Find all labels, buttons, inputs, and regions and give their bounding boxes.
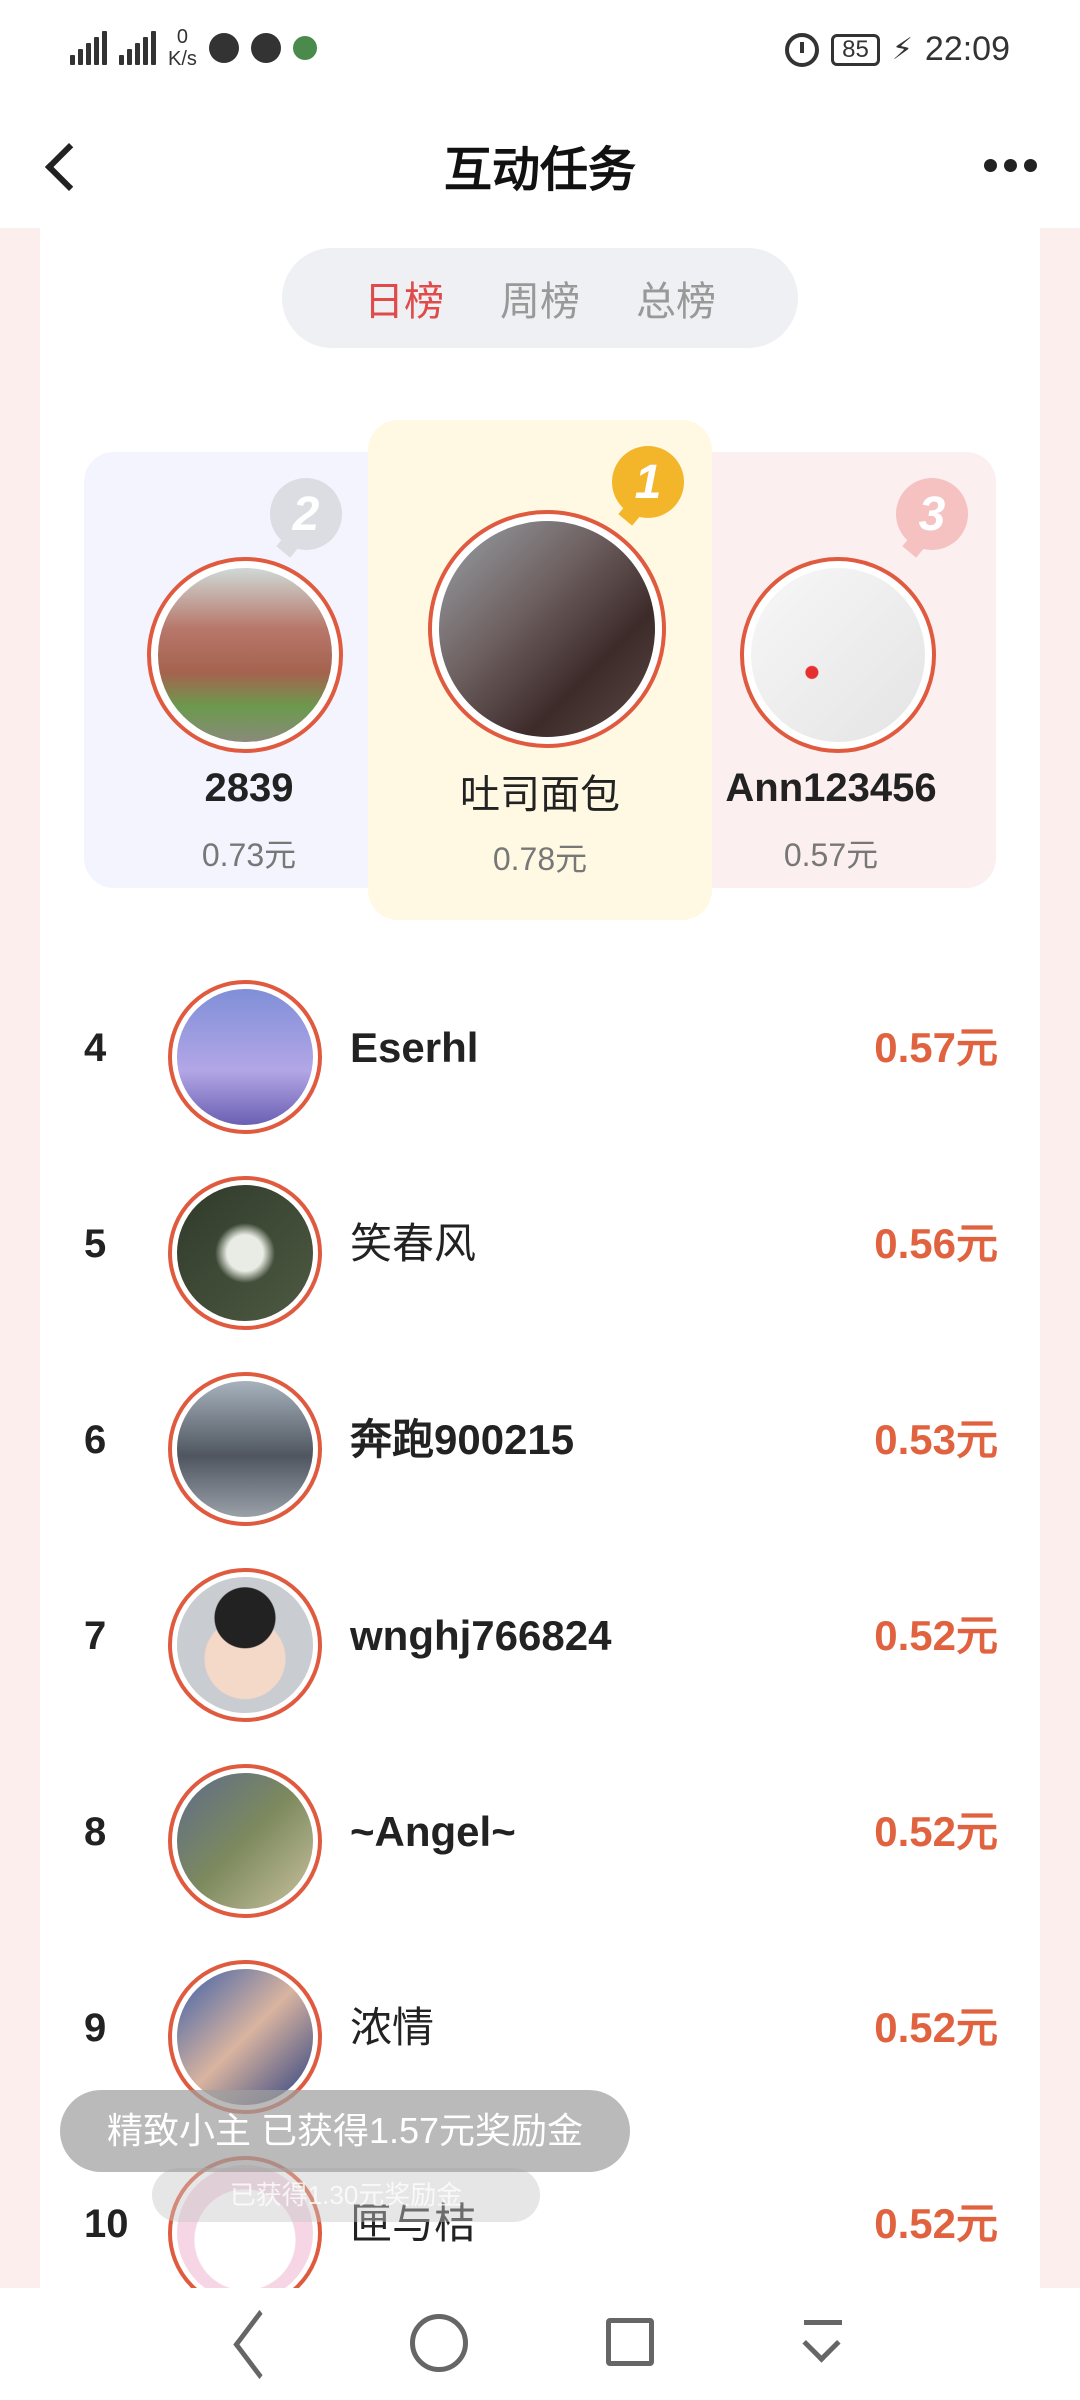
net-speed: 0 K/s (168, 26, 197, 70)
rank-number: 8 (84, 1810, 107, 1854)
leaderboard-tabs: 日榜 周榜 总榜 (282, 248, 798, 348)
net-speed-value: 0 (176, 26, 189, 48)
page-title: 互动任务 (443, 144, 636, 197)
user-name: ~Angel~ (350, 1808, 516, 1855)
system-nav-bar (0, 2288, 1080, 2400)
nav-home-icon[interactable] (410, 2314, 468, 2372)
list-item[interactable]: 6 奔跑900215 0.53元 (40, 1342, 1040, 1538)
rank-number: 4 (84, 1026, 107, 1070)
nav-back-icon[interactable] (222, 2310, 288, 2376)
user-name: wnghj766824 (350, 1612, 612, 1659)
user-name: 奔跑900215 (350, 1416, 575, 1463)
charging-icon: ⚡ (891, 33, 913, 66)
reward-toast-faint: 已获得1.30元奖励金 (152, 2168, 540, 2222)
rank-number: 7 (84, 1614, 107, 1658)
app-icon (292, 36, 317, 60)
avatar[interactable] (740, 557, 936, 753)
list-item[interactable]: 8 ~Angel~ 0.52元 (40, 1734, 1040, 1930)
signal-icon-2 (119, 31, 156, 65)
avatar[interactable] (168, 1372, 322, 1526)
reward-amount: 0.56元 (874, 1220, 998, 1267)
reward-amount: 0.53元 (874, 1416, 998, 1463)
reward-amount: 0.52元 (874, 1612, 998, 1659)
reward-amount: 0.52元 (874, 2004, 998, 2051)
reward-toast: 精致小主 已获得1.57元奖励金 (60, 2090, 630, 2172)
net-speed-unit: K/s (168, 48, 197, 70)
avatar[interactable] (168, 1764, 322, 1918)
avatar[interactable] (168, 1176, 322, 1330)
rank-badge-3: 3 (896, 478, 968, 550)
signal-icon (70, 31, 107, 65)
avatar[interactable] (168, 1568, 322, 1722)
rank-number: 5 (84, 1222, 107, 1266)
wechat-icon (250, 33, 281, 63)
rank-number: 6 (84, 1418, 107, 1462)
avatar[interactable] (147, 557, 343, 753)
podium-amount-third: 0.57元 (783, 837, 879, 873)
user-name: 笑春风 (350, 1220, 477, 1267)
avatar[interactable] (168, 980, 322, 1134)
podium-name-third: Ann123456 (725, 766, 937, 810)
app-header: 互动任务 (0, 100, 1080, 228)
nav-recents-icon[interactable] (606, 2318, 654, 2366)
tab-daily[interactable]: 日榜 (364, 269, 444, 327)
tab-total[interactable]: 总榜 (636, 269, 716, 327)
reward-amount: 0.57元 (874, 1024, 998, 1071)
podium-name-first: 吐司面包 (460, 773, 620, 817)
status-bar: 0 K/s 85 ⚡ 22:09 (0, 0, 1080, 100)
podium-name-second: 2839 (204, 766, 294, 810)
list-item[interactable]: 7 wnghj766824 0.52元 (40, 1538, 1040, 1734)
reward-amount: 0.52元 (874, 1808, 998, 1855)
battery-level: 85 (831, 33, 880, 66)
avatar[interactable] (428, 510, 666, 748)
user-name: Eserhl (350, 1024, 479, 1071)
list-item[interactable]: 5 笑春风 0.56元 (40, 1146, 1040, 1342)
clock: 22:09 (924, 30, 1010, 68)
alarm-icon (785, 32, 820, 67)
nav-notification-icon[interactable] (790, 2310, 856, 2376)
more-options-button[interactable] (970, 140, 1050, 190)
rank-badge-1: 1 (612, 446, 684, 518)
tab-weekly[interactable]: 周榜 (500, 269, 580, 327)
podium-amount-second: 0.73元 (201, 837, 297, 873)
status-left: 0 K/s (70, 26, 317, 70)
rank-badge-2: 2 (270, 478, 342, 550)
status-right: 85 ⚡ 22:09 (785, 30, 1010, 69)
podium-amount-first: 0.78元 (492, 841, 588, 877)
list-item[interactable]: 4 Eserhl 0.57元 (40, 950, 1040, 1146)
qq-icon (208, 33, 239, 63)
